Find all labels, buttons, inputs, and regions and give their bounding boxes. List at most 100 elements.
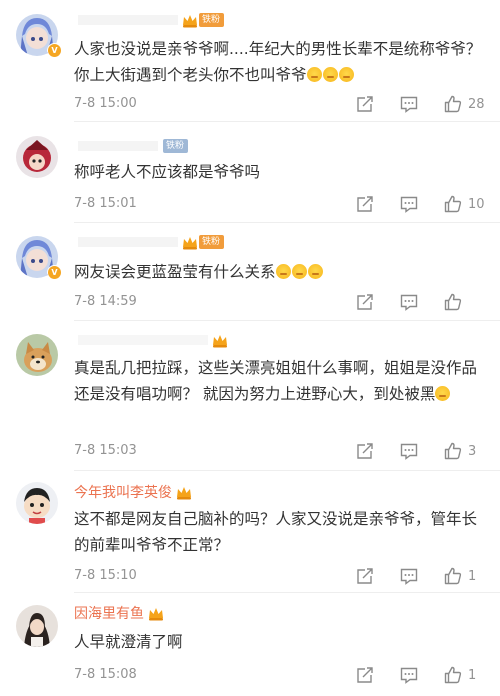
- comment-icon: [400, 294, 418, 311]
- comment-meta: 7-8 14:59: [74, 292, 500, 312]
- comment-meta: 7-8 15:08 1: [74, 665, 500, 685]
- like-button[interactable]: 28: [444, 94, 485, 114]
- comment-text: 网友误会更蓝盈莹有什么关系: [74, 259, 484, 285]
- comment-icon: [400, 667, 418, 684]
- share-icon: [357, 294, 373, 310]
- emoji-icon: [338, 67, 354, 82]
- share-icon: [357, 667, 373, 683]
- emoji-icon: [307, 264, 323, 279]
- comment-item: 真是乱几把拉踩，这些关漂亮姐姐什么事啊，姐姐是没作品还是没有唱功啊？ 就因为努力…: [0, 322, 500, 471]
- comment-text-content: 网友误会更蓝盈莹有什么关系: [74, 263, 276, 281]
- emoji-icon: [435, 386, 451, 401]
- like-count: 1: [468, 568, 477, 584]
- name-line: 今年我叫李英俊: [74, 482, 192, 502]
- comment-icon: [400, 443, 418, 460]
- thumbs-up-icon: [444, 195, 462, 213]
- comment-text-content: 人早就澄清了啊: [74, 633, 183, 651]
- crown-icon: [182, 235, 198, 250]
- comment-icon: [400, 96, 418, 113]
- comment-text: 真是乱几把拉踩，这些关漂亮姐姐什么事啊，姐姐是没作品还是没有唱功啊？ 就因为努力…: [74, 355, 484, 407]
- reply-button[interactable]: [400, 566, 418, 586]
- fan-badge: 铁粉: [163, 139, 189, 153]
- emoji-icon: [322, 67, 338, 82]
- timestamp: 7-8 15:03: [74, 443, 137, 458]
- share-button[interactable]: [356, 665, 374, 685]
- thumbs-up-icon: [444, 293, 462, 311]
- like-count: 10: [468, 196, 485, 212]
- cartoon-boy-avatar-icon[interactable]: [16, 482, 58, 524]
- reply-button[interactable]: [400, 292, 418, 312]
- comment-text-content: 人家也没说是亲爷爷啊....年纪大的男性长辈不是统称爷爷？你上大街遇到个老头你不…: [74, 40, 482, 84]
- crown-icon: [182, 13, 198, 28]
- red-character-avatar-icon[interactable]: [16, 136, 58, 178]
- share-button[interactable]: [356, 94, 374, 114]
- emoji-icon: [306, 67, 322, 82]
- shiba-dog-avatar-icon[interactable]: [16, 334, 58, 376]
- crown-icon: [212, 333, 228, 348]
- like-count: 28: [468, 96, 485, 112]
- reply-button[interactable]: [400, 194, 418, 214]
- thumbs-up-icon: [444, 442, 462, 460]
- share-button[interactable]: [356, 566, 374, 586]
- share-icon: [357, 443, 373, 459]
- comment-text-content: 真是乱几把拉踩，这些关漂亮姐姐什么事啊，姐姐是没作品还是没有唱功啊？ 就因为努力…: [74, 359, 478, 403]
- comment-text: 这不都是网友自己脑补的吗？人家又没说是亲爷爷，管年长的前辈叫爷爷不正常？: [74, 506, 484, 558]
- username[interactable]: 因海里有鱼: [74, 603, 144, 623]
- thumbs-up-icon: [444, 666, 462, 684]
- girl-photo-avatar-icon[interactable]: [16, 605, 58, 647]
- crown-icon: [176, 485, 192, 500]
- username[interactable]: 今年我叫李英俊: [74, 482, 172, 502]
- like-count: 3: [468, 443, 477, 459]
- comment-meta: 7-8 15:03 3: [74, 441, 500, 461]
- username-placeholder: [78, 237, 178, 247]
- share-button[interactable]: [356, 441, 374, 461]
- divider: [74, 320, 500, 321]
- username-placeholder: [78, 141, 158, 151]
- share-icon: [357, 96, 373, 112]
- fan-badge: 铁粉: [199, 235, 225, 249]
- share-button[interactable]: [356, 194, 374, 214]
- share-button[interactable]: [356, 292, 374, 312]
- comment-meta: 7-8 15:01 10: [74, 194, 500, 214]
- name-line: [74, 330, 228, 350]
- verified-v-icon: V: [47, 265, 62, 280]
- timestamp: 7-8 14:59: [74, 294, 137, 309]
- like-button[interactable]: [444, 292, 468, 312]
- comment-meta: 7-8 15:10 1: [74, 566, 500, 586]
- username-placeholder: [78, 15, 178, 25]
- comment-icon: [400, 196, 418, 213]
- comment-item: V 铁粉 人家也没说是亲爷爷啊....年纪大的男性长辈不是统称爷爷？你上大街遇到…: [0, 0, 500, 122]
- timestamp: 7-8 15:08: [74, 667, 137, 682]
- timestamp: 7-8 15:00: [74, 96, 137, 111]
- comment-text-content: 这不都是网友自己脑补的吗？人家又没说是亲爷爷，管年长的前辈叫爷爷不正常？: [74, 510, 478, 554]
- reply-button[interactable]: [400, 441, 418, 461]
- name-line: 铁粉: [74, 232, 225, 252]
- comment-item: 因海里有鱼 人早就澄清了啊 7-8 15:08 1: [0, 593, 500, 696]
- comment-text-content: 称呼老人不应该都是爷爷吗: [74, 163, 261, 181]
- share-icon: [357, 196, 373, 212]
- reply-button[interactable]: [400, 94, 418, 114]
- like-button[interactable]: 1: [444, 566, 476, 586]
- emoji-icon: [275, 264, 291, 279]
- name-line: 铁粉: [74, 136, 189, 156]
- comment-item: 铁粉 称呼老人不应该都是爷爷吗 7-8 15:01 10: [0, 122, 500, 223]
- verified-v-icon: V: [47, 43, 62, 58]
- username-placeholder: [78, 335, 208, 345]
- emoji-icon: [291, 264, 307, 279]
- like-button[interactable]: 3: [444, 441, 476, 461]
- like-count: 1: [468, 667, 477, 683]
- comment-text: 称呼老人不应该都是爷爷吗: [74, 159, 484, 185]
- comment-text: 人家也没说是亲爷爷啊....年纪大的男性长辈不是统称爷爷？你上大街遇到个老头你不…: [74, 36, 484, 88]
- like-button[interactable]: 1: [444, 665, 476, 685]
- name-line: 铁粉: [74, 10, 225, 30]
- timestamp: 7-8 15:01: [74, 196, 137, 211]
- comment-icon: [400, 568, 418, 585]
- comment-meta: 7-8 15:00 28: [74, 94, 500, 114]
- like-button[interactable]: 10: [444, 194, 485, 214]
- reply-button[interactable]: [400, 665, 418, 685]
- timestamp: 7-8 15:10: [74, 568, 137, 583]
- comment-item: 今年我叫李英俊 这不都是网友自己脑补的吗？人家又没说是亲爷爷，管年长的前辈叫爷爷…: [0, 470, 500, 593]
- name-line: 因海里有鱼: [74, 603, 164, 623]
- thumbs-up-icon: [444, 567, 462, 585]
- comment-item: V 铁粉 网友误会更蓝盈莹有什么关系 7-8 14:59: [0, 222, 500, 322]
